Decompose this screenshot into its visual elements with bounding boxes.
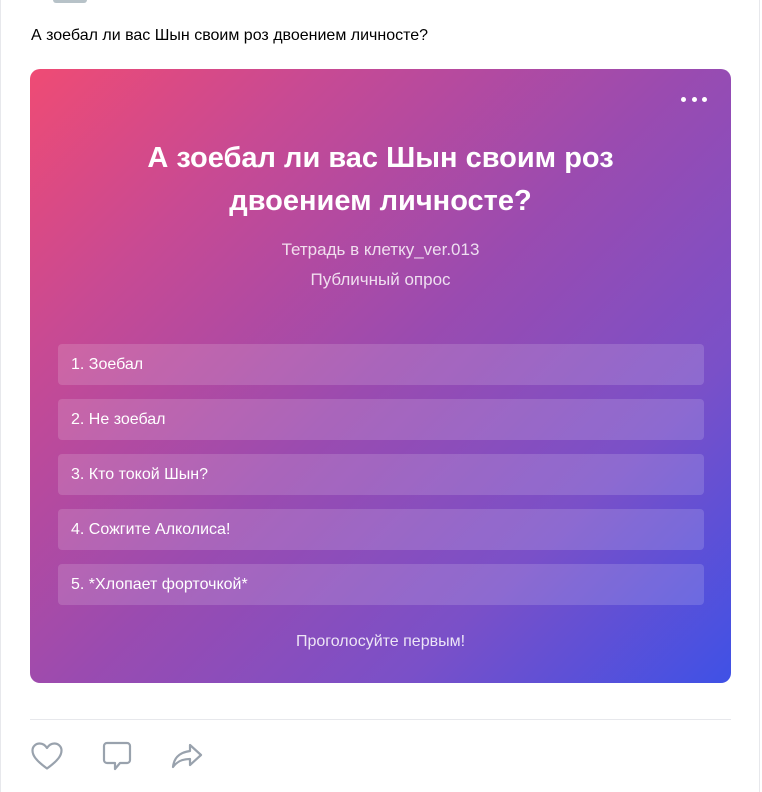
poll-option[interactable]: 2. Не зоебал xyxy=(58,399,704,440)
menu-dot xyxy=(681,96,686,102)
menu-dot xyxy=(702,96,707,102)
poll-title: А зоебал ли вас Шын своим роз двоением л… xyxy=(147,142,614,217)
post-actions xyxy=(29,738,239,774)
comment-button[interactable] xyxy=(99,738,135,774)
poll-footer: Проголосуйте первым! xyxy=(295,633,466,650)
divider xyxy=(30,719,731,720)
poll-type: Публичный опрос xyxy=(310,270,451,289)
post: А зоебал ли вас Шын своим роз двоением л… xyxy=(0,0,760,792)
post-text: А зоебал ли вас Шын своим роз двоением л… xyxy=(31,27,429,44)
poll-card: А зоебал ли вас Шын своим роз двоением л… xyxy=(30,69,731,683)
more-horizontal-icon[interactable] xyxy=(681,95,707,103)
menu-dot xyxy=(691,96,697,102)
avatar[interactable] xyxy=(53,0,87,3)
share-button[interactable] xyxy=(169,738,205,774)
poll-options: 1. Зоебал 2. Не зоебал 3. Кто токой Шын?… xyxy=(58,344,704,619)
share-icon xyxy=(171,743,203,769)
poll-option[interactable]: 5. *Хлопает форточкой* xyxy=(58,564,704,605)
heart-icon xyxy=(31,742,63,770)
poll-author[interactable]: Тетрадь в клетку_ver.013 xyxy=(30,240,731,260)
poll-option[interactable]: 1. Зоебал xyxy=(58,344,704,385)
poll-option[interactable]: 4. Сожгите Алколиса! xyxy=(58,509,704,550)
comment-icon xyxy=(102,741,132,771)
poll-option[interactable]: 3. Кто токой Шын? xyxy=(58,454,704,495)
like-button[interactable] xyxy=(29,738,65,774)
